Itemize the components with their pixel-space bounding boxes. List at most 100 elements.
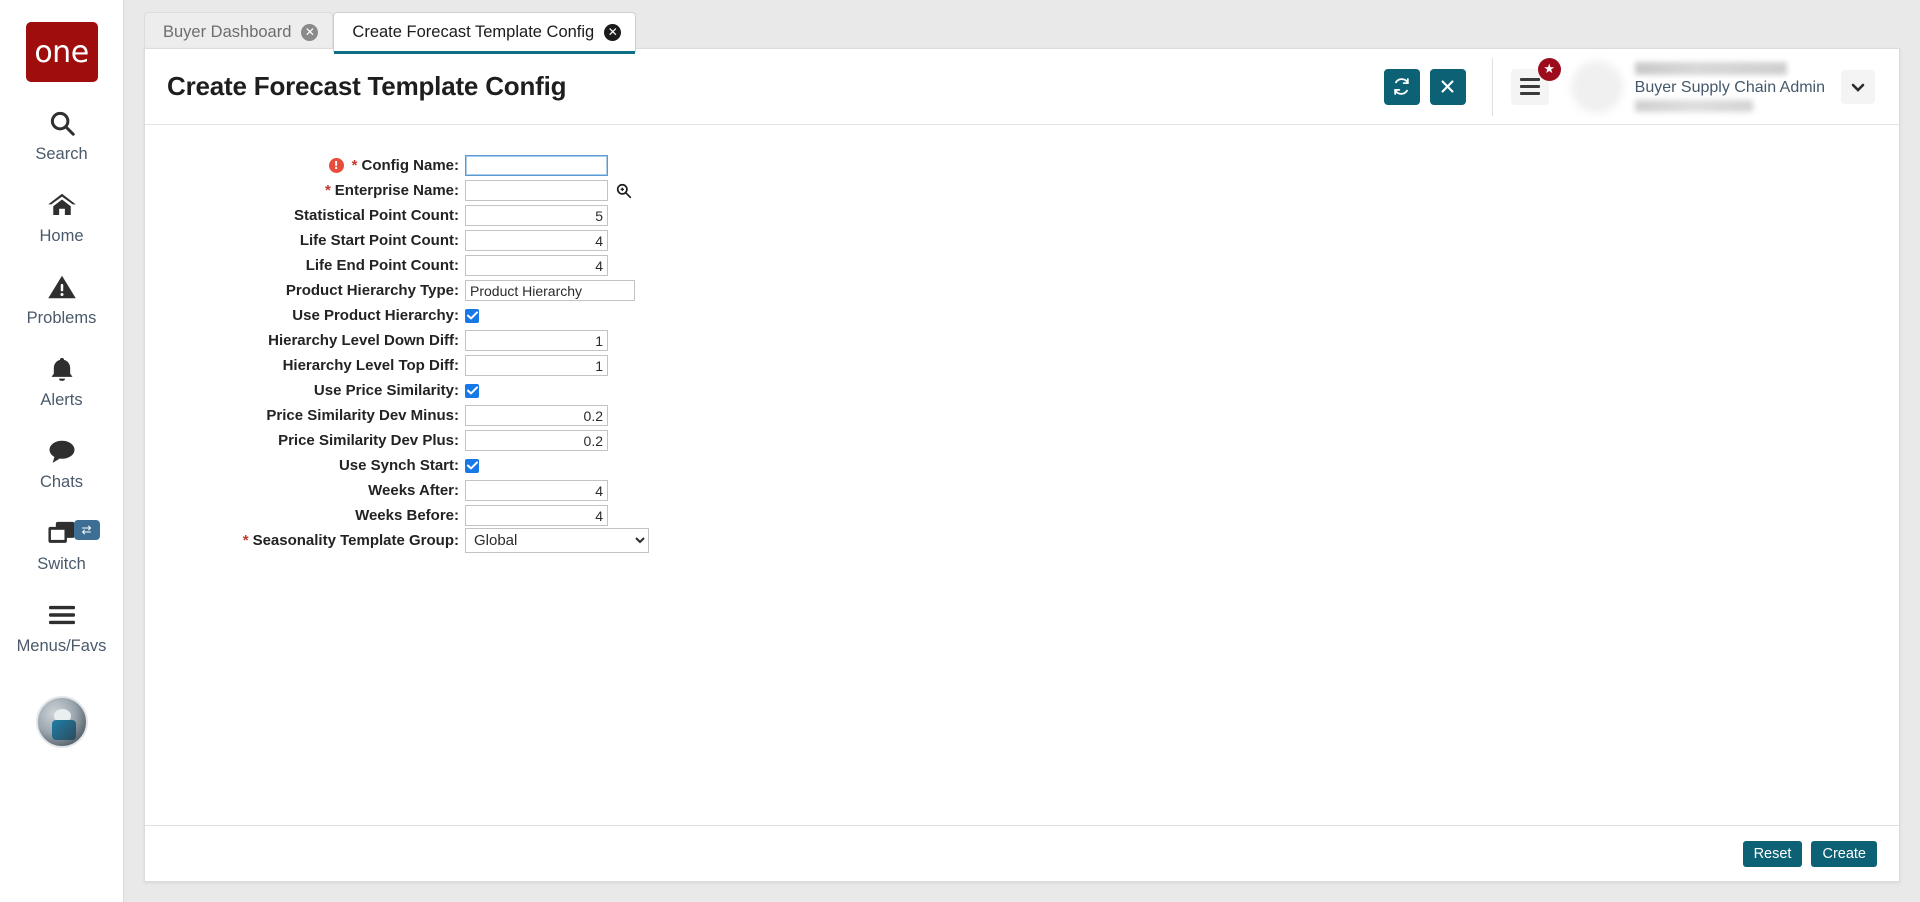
required-asterisk: *: [324, 182, 331, 199]
input-product-hierarchy-type[interactable]: [465, 280, 635, 301]
sidebar-label-alerts: Alerts: [40, 391, 83, 409]
input-life-start-point-count[interactable]: [465, 230, 608, 251]
form-row-hierarchy-level-down-diff: Hierarchy Level Down Diff:: [145, 328, 1899, 353]
sidebar-item-menus-favs[interactable]: Menus/Favs: [0, 596, 124, 656]
field-wrap-price-similarity-dev-minus: [465, 405, 608, 426]
input-price-similarity-dev-minus[interactable]: [465, 405, 608, 426]
sidebar-item-search[interactable]: Search: [0, 104, 124, 164]
hamburger-menu-icon[interactable]: ★: [1510, 57, 1561, 105]
field-wrap-weeks-before: [465, 505, 608, 526]
content-panel: Create Forecast Template Config ★ Buyer …: [144, 48, 1900, 882]
label-text: Life End Point Count:: [305, 257, 459, 274]
input-weeks-after[interactable]: [465, 480, 608, 501]
label-config-name: ! * Config Name:: [145, 157, 465, 174]
form-row-use-product-hierarchy: Use Product Hierarchy:: [145, 303, 1899, 328]
label-text: Price Similarity Dev Minus:: [266, 407, 459, 424]
bell-icon: [48, 350, 76, 388]
sidebar-label-menus-favs: Menus/Favs: [16, 637, 107, 655]
field-wrap-use-synch-start: [465, 458, 479, 473]
reset-button[interactable]: Reset: [1742, 840, 1803, 867]
input-life-end-point-count[interactable]: [465, 255, 608, 276]
sidebar-label-problems: Problems: [26, 309, 97, 327]
input-enterprise-name[interactable]: [465, 180, 608, 201]
sidebar-item-chats[interactable]: Chats: [0, 432, 124, 492]
error-icon: !: [328, 158, 344, 173]
tab-label: Buyer Dashboard: [163, 23, 292, 41]
input-statistical-point-count[interactable]: [465, 205, 608, 226]
label-weeks-after: Weeks After:: [145, 482, 465, 499]
label-text: Use Price Similarity:: [313, 382, 459, 399]
sidebar-item-alerts[interactable]: Alerts: [0, 350, 124, 410]
sidebar-label-chats: Chats: [39, 473, 84, 491]
label-text: Weeks Before:: [355, 507, 459, 524]
sidebar-label-home: Home: [39, 227, 84, 245]
sidebar-item-switch[interactable]: ⇄ Switch: [0, 514, 124, 574]
label-price-similarity-dev-plus: Price Similarity Dev Plus:: [145, 432, 465, 449]
label-weeks-before: Weeks Before:: [145, 507, 465, 524]
close-circle-icon[interactable]: ✕: [604, 24, 622, 41]
header-actions: ★ Buyer Supply Chain Admin: [1374, 57, 1875, 116]
star-icon: ★: [1537, 57, 1561, 81]
sidebar-item-home[interactable]: Home: [0, 186, 124, 246]
label-hierarchy-level-top-diff: Hierarchy Level Top Diff:: [145, 357, 465, 374]
form-row-weeks-before: Weeks Before:: [145, 503, 1899, 528]
one-network-logo[interactable]: one: [25, 22, 98, 82]
form-row-product-hierarchy-type: Product Hierarchy Type:: [145, 278, 1899, 303]
input-config-name[interactable]: [465, 155, 608, 176]
close-circle-icon[interactable]: ✕: [301, 24, 319, 41]
field-wrap-statistical-point-count: [465, 205, 608, 226]
left-sidebar: one Search Home Problems Alerts Chats ⇄ …: [0, 0, 124, 902]
label-text: Statistical Point Count:: [294, 207, 459, 224]
field-wrap-hierarchy-level-top-diff: [465, 355, 608, 376]
user-avatar-icon[interactable]: [35, 696, 88, 748]
form-row-use-synch-start: Use Synch Start:: [145, 453, 1899, 478]
input-hierarchy-level-top-diff[interactable]: [465, 355, 608, 376]
tab-buyer-dashboard[interactable]: Buyer Dashboard ✕: [144, 12, 334, 52]
application-window: one Search Home Problems Alerts Chats ⇄ …: [0, 0, 1920, 902]
field-wrap-config-name: [465, 155, 608, 176]
label-use-price-similarity: Use Price Similarity:: [145, 382, 465, 399]
checkbox-use-product-hierarchy[interactable]: [465, 308, 479, 323]
field-wrap-seasonality-template-group: Global: [465, 528, 649, 553]
form-row-config-name: ! * Config Name:: [145, 153, 1899, 178]
chevron-down-icon[interactable]: [1841, 69, 1875, 104]
tab-bar: Buyer Dashboard ✕ Create Forecast Templa…: [124, 0, 1920, 54]
label-life-end-point-count: Life End Point Count:: [145, 257, 465, 274]
form-row-statistical-point-count: Statistical Point Count:: [145, 203, 1899, 228]
tab-create-forecast-template-config[interactable]: Create Forecast Template Config ✕: [333, 12, 637, 54]
required-asterisk: *: [351, 157, 358, 174]
user-profile[interactable]: Buyer Supply Chain Admin: [1570, 60, 1825, 113]
magnifier-icon[interactable]: [615, 182, 632, 199]
label-enterprise-name: * Enterprise Name:: [145, 182, 465, 199]
label-hierarchy-level-down-diff: Hierarchy Level Down Diff:: [145, 332, 465, 349]
form-row-seasonality-template-group: * Seasonality Template Group: Global: [145, 528, 1899, 553]
label-text: Seasonality Template Group:: [252, 532, 459, 549]
input-weeks-before[interactable]: [465, 505, 608, 526]
form-row-life-end-point-count: Life End Point Count:: [145, 253, 1899, 278]
field-wrap-life-start-point-count: [465, 230, 608, 251]
field-wrap-use-product-hierarchy: [465, 308, 479, 323]
form-row-weeks-after: Weeks After:: [145, 478, 1899, 503]
tab-label: Create Forecast Template Config: [352, 23, 595, 41]
label-text: Product Hierarchy Type:: [285, 282, 459, 299]
refresh-icon[interactable]: [1383, 68, 1420, 105]
label-text: Price Similarity Dev Plus:: [278, 432, 459, 449]
sidebar-label-switch: Switch: [37, 555, 86, 573]
form-footer: Reset Create: [145, 825, 1899, 881]
x-icon[interactable]: [1429, 68, 1466, 105]
field-wrap-hierarchy-level-down-diff: [465, 330, 608, 351]
create-button[interactable]: Create: [1811, 840, 1877, 867]
label-seasonality-template-group: * Seasonality Template Group:: [145, 532, 465, 549]
input-hierarchy-level-down-diff[interactable]: [465, 330, 608, 351]
checkbox-use-synch-start[interactable]: [465, 458, 479, 473]
form-row-price-similarity-dev-minus: Price Similarity Dev Minus:: [145, 403, 1899, 428]
swap-arrows-icon[interactable]: ⇄: [73, 520, 100, 540]
input-price-similarity-dev-plus[interactable]: [465, 430, 608, 451]
select-seasonality-template-group[interactable]: Global: [465, 528, 649, 553]
checkbox-use-price-similarity[interactable]: [465, 383, 479, 398]
field-wrap-life-end-point-count: [465, 255, 608, 276]
user-text: Buyer Supply Chain Admin: [1634, 61, 1825, 112]
user-role: Buyer Supply Chain Admin: [1634, 78, 1825, 96]
sidebar-item-problems[interactable]: Problems: [0, 268, 124, 328]
required-asterisk: *: [242, 532, 249, 549]
